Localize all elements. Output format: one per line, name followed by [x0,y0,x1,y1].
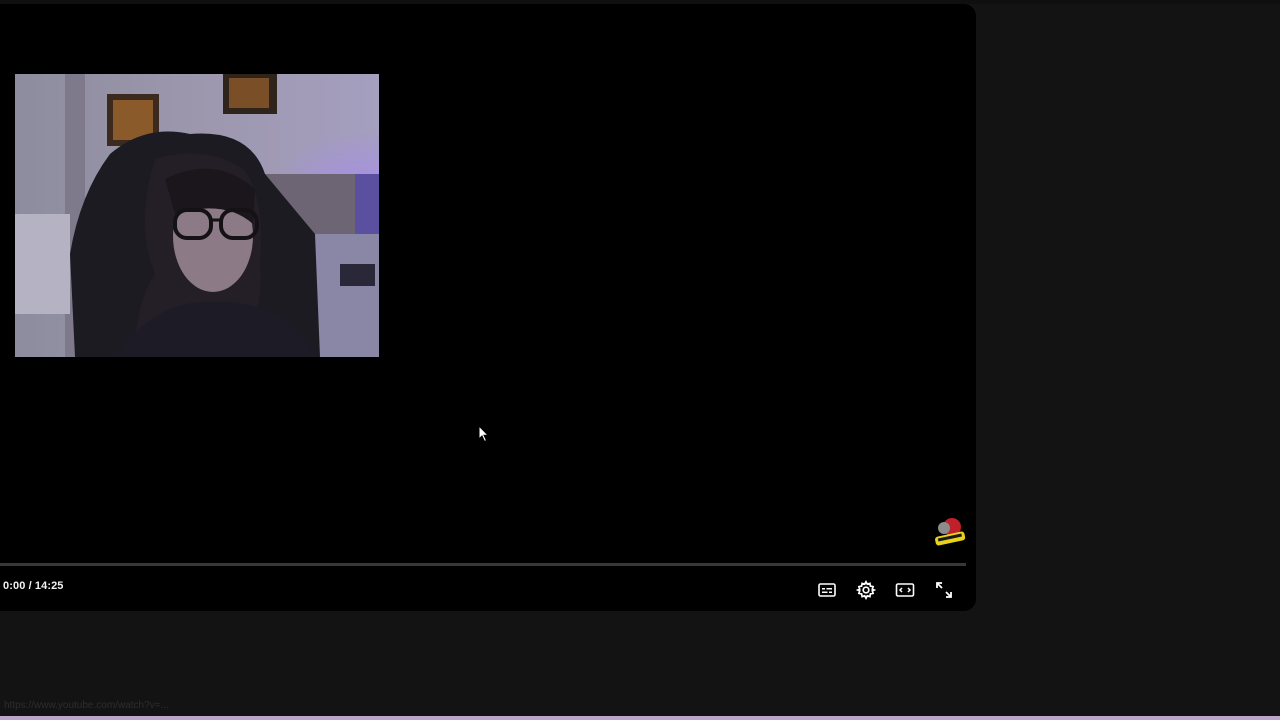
channel-watermark-logo[interactable] [932,514,968,550]
progress-bar[interactable] [0,563,966,566]
status-bar-url: https://www.youtube.com/watch?v=... [4,700,169,711]
webcam-overlay [15,74,379,357]
time-display: 0:00 / 14:25 [3,580,64,592]
theater-mode-icon [895,580,915,605]
fullscreen-icon [934,580,954,605]
settings-button[interactable] [851,577,881,607]
video-player[interactable]: 0:00 / 14:25 [0,4,976,611]
duration: 14:25 [34,580,64,592]
mouse-cursor-icon [478,424,490,448]
time-separator: / [25,580,35,592]
current-time: 0:00 [3,580,26,592]
subtitles-icon [817,580,837,605]
theater-mode-button[interactable] [890,577,920,607]
bottom-accent-line [0,716,1280,720]
gear-icon [855,579,877,605]
page: 0:00 / 14:25 https://www.youtube.com/wat… [0,0,1280,720]
subtitles-button[interactable] [812,577,842,607]
fullscreen-button[interactable] [929,577,959,607]
